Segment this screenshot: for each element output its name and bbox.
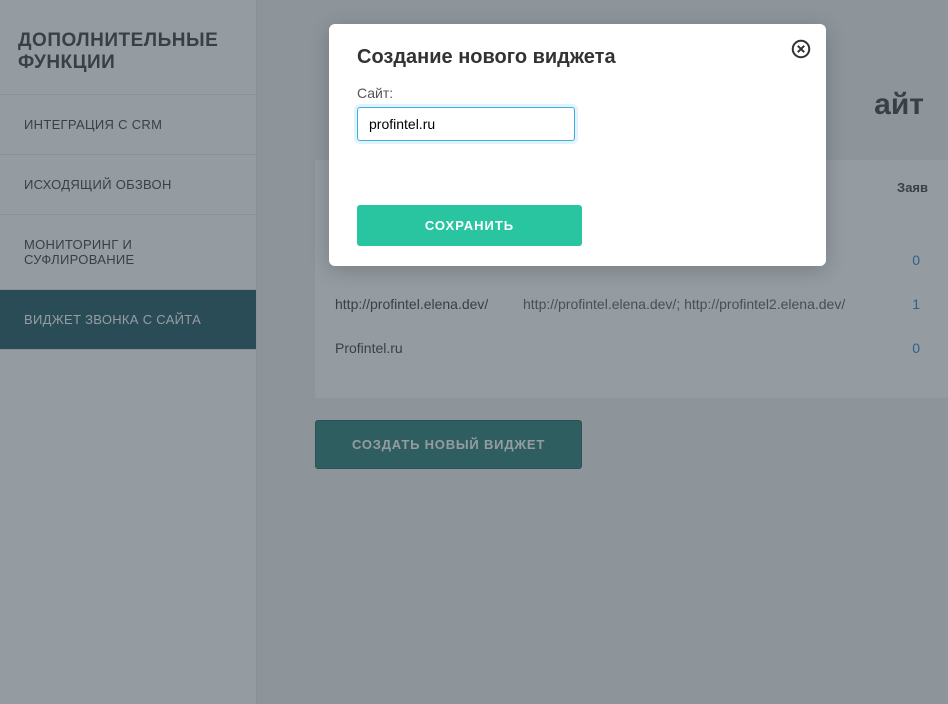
site-field-label: Сайт:: [357, 85, 798, 101]
modal-title: Создание нового виджета: [357, 46, 798, 69]
site-input[interactable]: [357, 107, 575, 141]
save-button[interactable]: СОХРАНИТЬ: [357, 205, 582, 246]
close-icon[interactable]: [790, 38, 812, 60]
create-widget-modal: Создание нового виджета Сайт: СОХРАНИТЬ: [329, 24, 826, 266]
